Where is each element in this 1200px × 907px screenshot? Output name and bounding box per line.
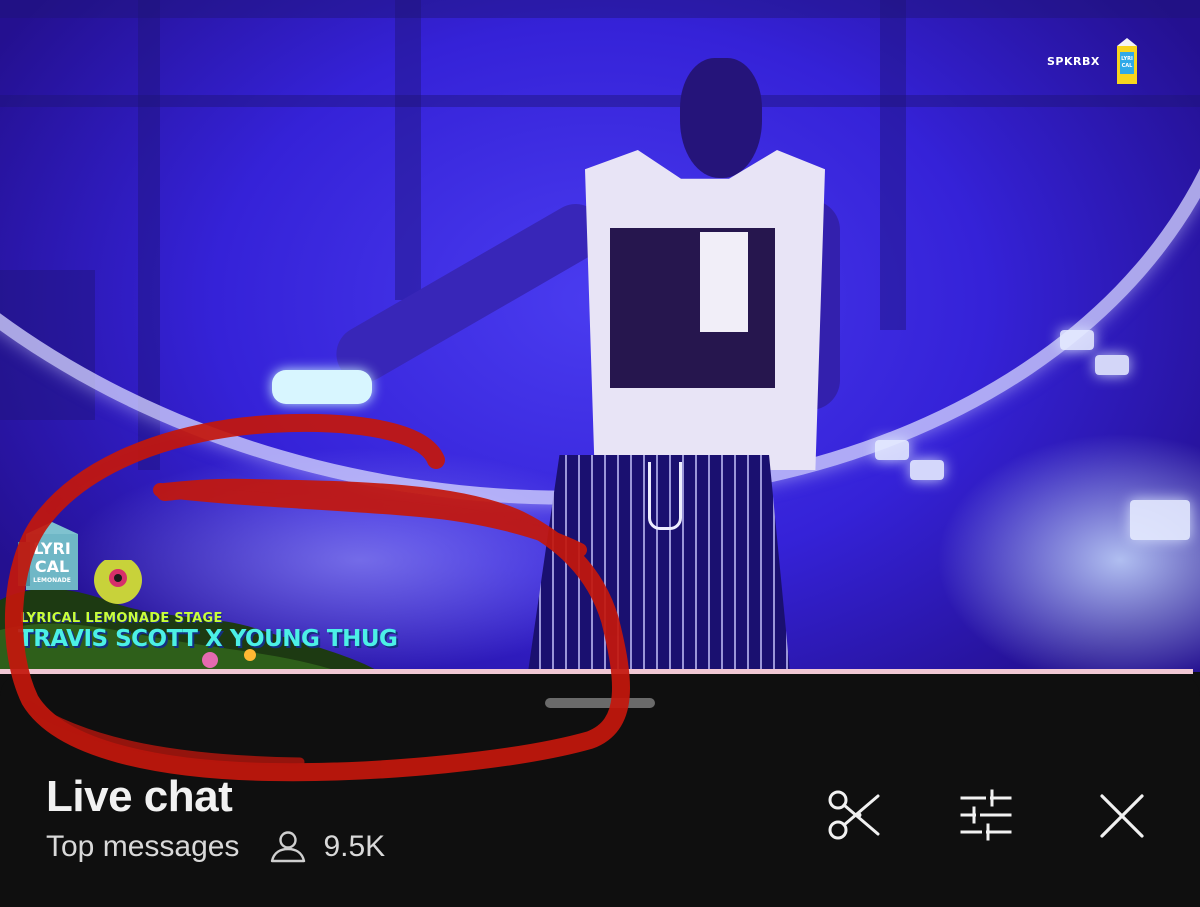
filter-button[interactable] [958,788,1014,844]
drawstring [648,462,682,530]
sliders-icon [960,789,1012,841]
scissors-icon [828,790,880,840]
performer-title: TRAVIS SCOTT X YOUNG THUG [18,626,398,652]
viewer-count: 9.5K [323,830,386,863]
stage-light [1095,355,1129,375]
close-button[interactable] [1094,788,1150,844]
live-chat-panel: Live chat Top messages 9.5K [0,674,1200,907]
video-player[interactable]: SPKRBX LYRI CAL LYRI CAL LEMONADE LYRICA… [0,0,1200,672]
clip-button[interactable] [826,788,882,844]
lyrical-lemonade-logo: LYRI CAL LEMONADE [18,522,78,590]
svg-text:CAL: CAL [1122,63,1134,69]
svg-text:CAL: CAL [35,557,69,576]
svg-text:LEMONADE: LEMONADE [33,577,71,584]
stage-light [1060,330,1094,350]
shirt-graphic [700,232,748,332]
stage-light [910,460,944,480]
chat-title: Live chat [46,772,233,821]
chat-mode-label[interactable]: Top messages [46,830,239,864]
stage-label: LYRICAL LEMONADE STAGE [20,611,223,626]
performer-head [680,58,762,178]
channel-watermark: SPKRBX [1047,55,1100,68]
person-icon [271,831,306,863]
close-icon [1100,794,1144,838]
chat-mode-selector[interactable]: Top messages 9.5K [46,830,385,864]
drag-handle[interactable] [545,698,655,708]
stage-light [1130,500,1190,540]
microphone [272,370,372,404]
svg-text:LYRI: LYRI [1121,56,1133,62]
lemonade-carton-icon: LYRI CAL [1117,38,1137,84]
stage-light [875,440,909,460]
svg-text:LYRI: LYRI [33,539,71,558]
shirt-graphic [610,228,775,388]
